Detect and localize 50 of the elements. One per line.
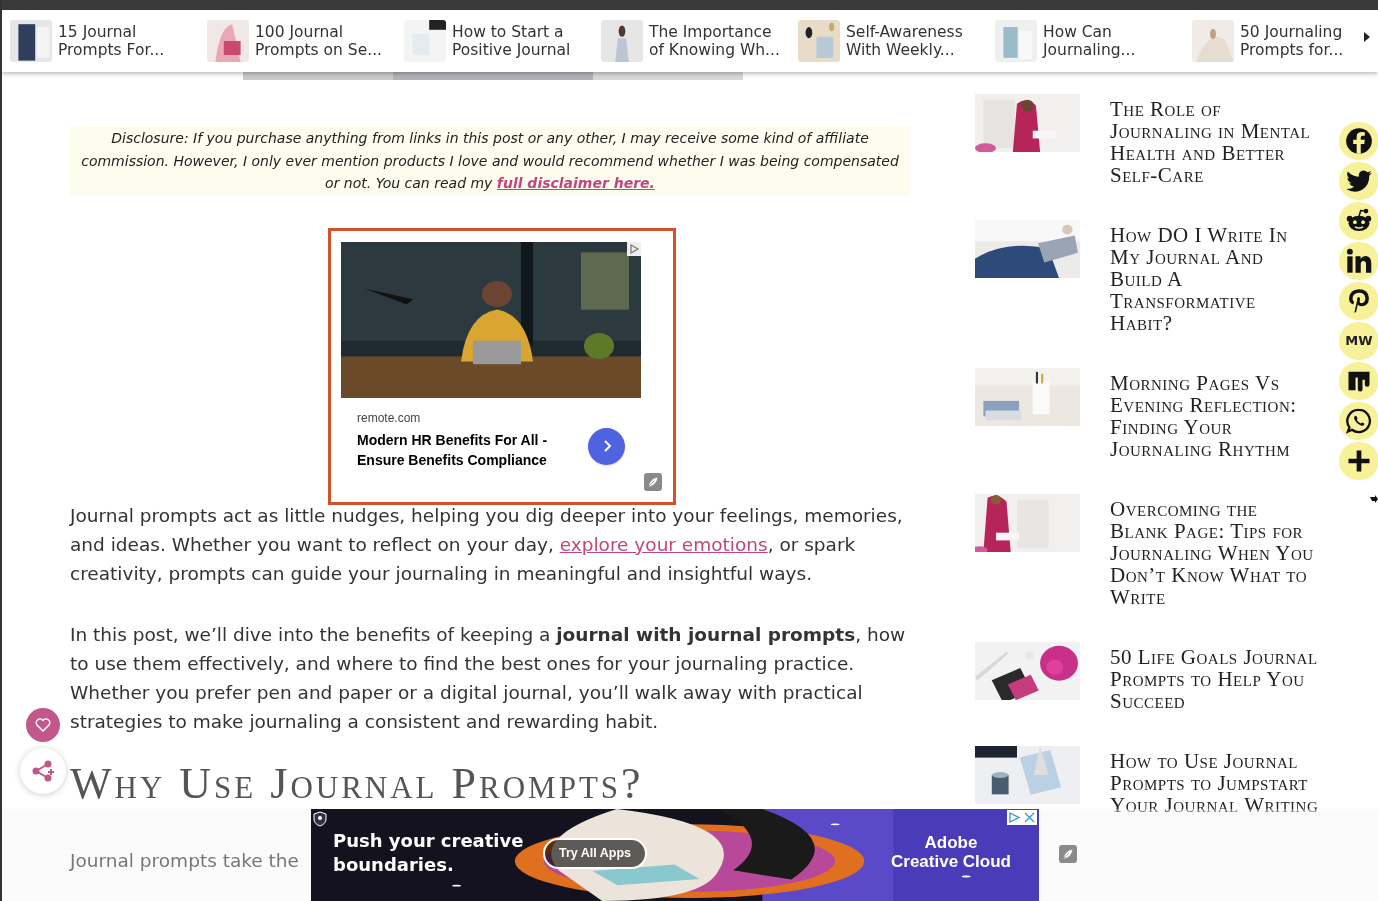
related-post-link[interactable]: The Importance of Knowing Wh... xyxy=(649,23,780,59)
related-post-link[interactable]: 15 Journal Prompts For... xyxy=(58,23,165,59)
related-post-link[interactable]: How Can Journaling... xyxy=(1043,23,1136,59)
heart-button[interactable] xyxy=(26,708,60,742)
share-button[interactable] xyxy=(1339,282,1378,320)
share-button[interactable] xyxy=(1339,202,1378,240)
try-apps-button[interactable]: Try All Apps xyxy=(543,838,647,869)
banner-headline: Push your creative boundaries. xyxy=(333,829,525,877)
related-post-link[interactable]: How to Start a Positive Journal xyxy=(452,23,571,59)
section-heading: Why Use Journal Prompts? xyxy=(70,757,644,810)
share-button[interactable]: MW xyxy=(1339,322,1378,360)
ad-card[interactable]: remote.com Modern HR Benefits For All - Ensure Benefits Compliance xyxy=(328,227,676,505)
ad-choices-icon[interactable] xyxy=(627,241,641,256)
arrow-icon[interactable] xyxy=(1369,495,1378,505)
related-post-link[interactable]: Self-Awareness With Weekly... xyxy=(846,23,963,59)
banner-ad[interactable]: Push your creative boundaries. Try All Apps Adobe Creative Cloud xyxy=(311,809,1039,901)
sidebar-post-link[interactable]: Overcoming the Blank Page: Tips for Journaling When You Don’t Know What to Write xyxy=(1110,498,1320,608)
ad-source: remote.com xyxy=(357,409,421,427)
sidebar-post-link[interactable]: How to Use Journal Prompts to Jumpstart Your Journal Writing xyxy=(1110,750,1320,816)
body-paragraph: Journal prompts act as little nudges, helping you dig deeper into your feelings, memories, and ideas. Whether you want to reflect on your day, explore your emotions, or spark creativity, prompts can guide your journaling in meaningful and insightful ways. xyxy=(70,503,904,586)
sidebar-post-link[interactable]: 50 Life Goals Journal Prompts to Help You Succeed xyxy=(1110,646,1320,712)
f-logo-icon xyxy=(1345,127,1373,155)
body-paragraph: Journal prompts take the xyxy=(70,848,299,873)
next-arrow-icon[interactable] xyxy=(1364,32,1370,42)
leaf-icon[interactable] xyxy=(644,472,662,491)
share-button[interactable] xyxy=(1339,442,1378,480)
ad-go-button[interactable] xyxy=(588,427,625,465)
in-logo-icon xyxy=(1345,247,1373,275)
sidebar-post-link[interactable]: Morning Pages Vs Evening Reflection: Finding Your Journaling Rhythm xyxy=(1110,372,1320,460)
share-button[interactable] xyxy=(1339,122,1378,160)
related-post-link[interactable]: 100 Journal Prompts on Se... xyxy=(255,23,382,59)
share-button[interactable] xyxy=(1339,402,1378,440)
heart-icon xyxy=(34,716,52,734)
share-button[interactable] xyxy=(1339,162,1378,200)
emotions-link[interactable]: explore your emotions xyxy=(559,533,768,555)
sidebar-post-link[interactable]: How DO I Write In My Journal And Build A Transformative Habit? xyxy=(1110,224,1320,334)
disclosure-text: Disclosure: If you purchase anything from links in this post or any other, I may receive some kind of affiliate commission. However, I only ever mention products I love and would recommend whether I was being compensated or not. You can read my full disclaimer here. xyxy=(70,126,910,196)
phone-bubble-icon xyxy=(1345,407,1373,435)
share-button[interactable] xyxy=(1339,362,1378,400)
ad-headline[interactable]: Modern HR Benefits For All - Ensure Benefits Compliance xyxy=(357,429,567,470)
shield-icon xyxy=(313,811,327,827)
share-icon xyxy=(31,759,55,783)
body-paragraph: In this post, we’ll dive into the benefits of keeping a journal with journal prompts, how to use them effectively, and where to find the best ones for your journaling practice. Whether you prefer pen and paper or a digital journal, you’ll walk away with practical strategies to make journaling a consistent and rewarding habit. xyxy=(70,622,907,734)
brand-logo-text: Adobe Creative Cloud xyxy=(890,833,1012,871)
sidebar-post-link[interactable]: The Role of Journaling in Mental Health and Better Self-Care xyxy=(1110,98,1320,186)
ad-close-icon[interactable] xyxy=(1007,810,1037,825)
leaf-icon[interactable] xyxy=(1059,845,1077,863)
related-post-link[interactable]: 50 Journaling Prompts for... xyxy=(1240,23,1344,59)
disclaimer-link[interactable]: full disclaimer here. xyxy=(496,175,655,191)
share-button[interactable] xyxy=(1339,242,1378,280)
